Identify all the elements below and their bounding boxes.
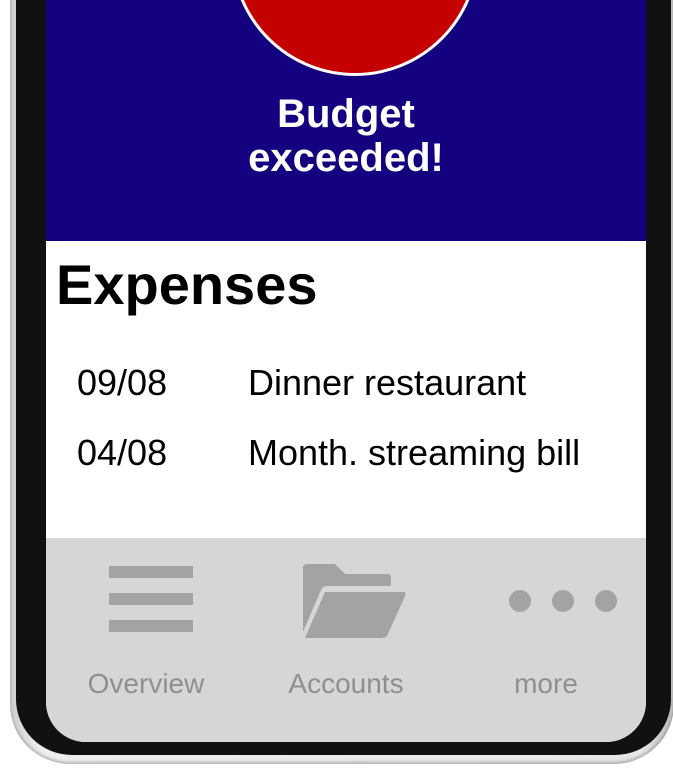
- alert-circle-icon: [231, 0, 479, 76]
- nav-item-accounts[interactable]: Accounts: [246, 538, 446, 742]
- menu-icon-bar: [109, 566, 193, 578]
- expense-date: 04/08: [77, 432, 168, 473]
- nav-label-more: more: [514, 668, 578, 699]
- expense-date: 09/08: [77, 362, 168, 403]
- bottom-nav: Overview Accounts more: [46, 538, 646, 742]
- alert-message-line2: exceeded!: [248, 136, 444, 180]
- expense-description: Month. streaming bill: [248, 432, 581, 473]
- expense-description: Dinner restaurant: [248, 362, 527, 403]
- budget-alert-banner: Budget exceeded!: [46, 0, 646, 241]
- nav-label-overview: Overview: [87, 668, 205, 699]
- app-screen: Budget exceeded! Expenses 09/08 Dinner r…: [46, 0, 646, 742]
- nav-item-more[interactable]: more: [446, 538, 646, 742]
- alert-message: Budget exceeded!: [46, 92, 646, 180]
- expense-row[interactable]: 09/08 Dinner restaurant: [46, 358, 646, 408]
- alert-message-line1: Budget: [277, 92, 415, 136]
- more-icon-dot: [509, 590, 531, 612]
- nav-item-overview[interactable]: Overview: [46, 538, 246, 742]
- more-icon-dot: [552, 590, 574, 612]
- nav-label-accounts: Accounts: [288, 668, 404, 699]
- folder-icon: [303, 564, 406, 638]
- menu-icon-bar: [109, 593, 193, 605]
- expense-row[interactable]: 04/08 Month. streaming bill: [46, 428, 646, 478]
- more-icon-dot: [595, 590, 617, 612]
- menu-icon-bar: [109, 620, 193, 632]
- expenses-heading: Expenses: [56, 253, 318, 316]
